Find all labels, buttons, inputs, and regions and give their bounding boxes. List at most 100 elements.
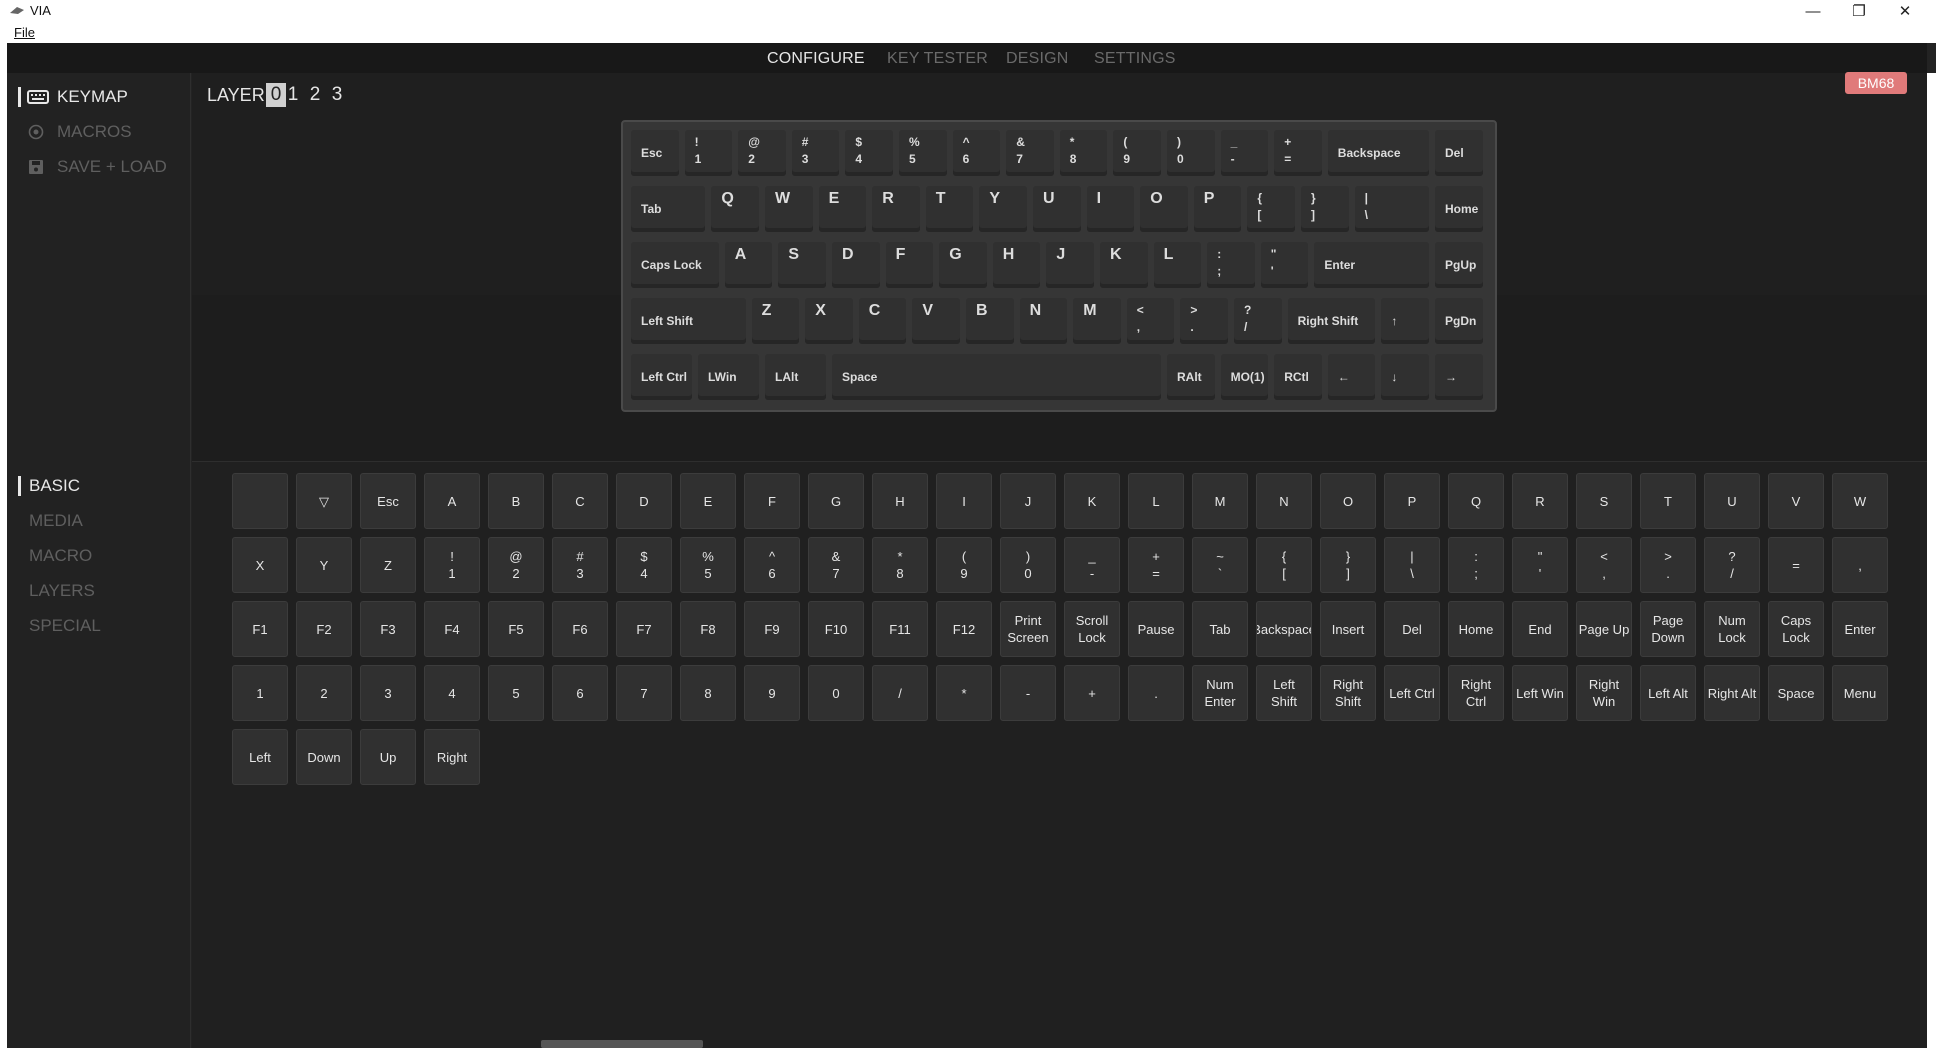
palette-key[interactable]: Right Ctrl — [1448, 665, 1504, 721]
keyboard-key[interactable]: D — [832, 242, 880, 288]
palette-key[interactable]: 6 — [552, 665, 608, 721]
palette-key[interactable]: F4 — [424, 601, 480, 657]
sidebar-item-macros[interactable]: MACROS — [27, 122, 132, 142]
palette-key[interactable]: E — [680, 473, 736, 529]
keyboard-key[interactable]: :; — [1207, 242, 1255, 288]
palette-key[interactable]: , — [1832, 537, 1888, 593]
palette-key[interactable]: F2 — [296, 601, 352, 657]
palette-key[interactable]: T — [1640, 473, 1696, 529]
palette-key[interactable]: F8 — [680, 601, 736, 657]
palette-key[interactable]: Del — [1384, 601, 1440, 657]
palette-key[interactable]: + — [1064, 665, 1120, 721]
keyboard-key[interactable]: R — [872, 186, 920, 232]
palette-key[interactable]: = — [1768, 537, 1824, 593]
palette-key[interactable]: / — [872, 665, 928, 721]
keyboard-key[interactable]: T — [925, 186, 974, 232]
palette-key[interactable]: O — [1320, 473, 1376, 529]
keyboard-key[interactable]: J — [1046, 242, 1094, 288]
palette-key[interactable]: F — [744, 473, 800, 529]
palette-key[interactable]: _ - — [1064, 537, 1120, 593]
keyboard-key[interactable]: RCtl — [1274, 354, 1322, 400]
palette-key[interactable]: B — [488, 473, 544, 529]
palette-key[interactable]: F11 — [872, 601, 928, 657]
palette-key[interactable]: Pause — [1128, 601, 1184, 657]
palette-key[interactable]: {[ — [1256, 537, 1312, 593]
palette-key[interactable]: J — [1000, 473, 1056, 529]
palette-key[interactable]: @2 — [488, 537, 544, 593]
palette-key[interactable]: 9 — [744, 665, 800, 721]
palette-key[interactable]: Left — [232, 729, 288, 785]
keyboard-key[interactable]: ↑ — [1381, 298, 1429, 344]
keyboard-key[interactable]: K — [1100, 242, 1148, 288]
keyboard-key[interactable]: ^ 6 — [952, 130, 1001, 176]
minimize-button[interactable]: — — [1790, 0, 1836, 22]
palette-key[interactable]: ^ 6 — [744, 537, 800, 593]
keyboard-key[interactable]: H — [992, 242, 1041, 288]
sidebar-item-keymap[interactable]: KEYMAP — [27, 87, 128, 107]
keyboard-key[interactable]: Tab — [631, 186, 706, 232]
keyboard-key[interactable]: Q — [711, 186, 759, 232]
palette-key[interactable]: >. — [1640, 537, 1696, 593]
palette-key[interactable]: 4 — [424, 665, 480, 721]
palette-key[interactable]: - — [1000, 665, 1056, 721]
palette-key[interactable]: R — [1512, 473, 1568, 529]
palette-key[interactable]: Up — [360, 729, 416, 785]
palette-key[interactable]: F9 — [744, 601, 800, 657]
keyboard-key[interactable]: PgDn — [1435, 298, 1483, 344]
keyboard-key[interactable]: ? / — [1234, 298, 1282, 344]
keyboard-key[interactable]: A — [724, 242, 773, 288]
palette-key[interactable]: #3 — [552, 537, 608, 593]
keyboard-key[interactable]: Z — [751, 298, 800, 344]
palette-key[interactable]: Tab — [1192, 601, 1248, 657]
palette-key[interactable]: + = — [1128, 537, 1184, 593]
palette-key[interactable]: K — [1064, 473, 1120, 529]
palette-key[interactable]: Menu — [1832, 665, 1888, 721]
keyboard-key[interactable]: U — [1033, 186, 1081, 232]
sidebar-item-save-load[interactable]: SAVE + LOAD — [27, 157, 167, 177]
palette-key[interactable]: " ' — [1512, 537, 1568, 593]
palette-key[interactable]: X — [232, 537, 288, 593]
palette-key[interactable]: % 5 — [680, 537, 736, 593]
keyboard-key[interactable]: G — [939, 242, 987, 288]
palette-key[interactable]: Right Shift — [1320, 665, 1376, 721]
palette-key[interactable]: Y — [296, 537, 352, 593]
keyboard-key[interactable]: PgUp — [1435, 242, 1483, 288]
sidebar-item-basic[interactable]: BASIC — [29, 476, 80, 496]
keyboard-key[interactable]: % 5 — [899, 130, 947, 176]
keyboard-key[interactable]: X — [805, 298, 853, 344]
keyboard-key[interactable]: LAlt — [765, 354, 826, 400]
palette-key[interactable]: Z — [360, 537, 416, 593]
palette-key[interactable]: * 8 — [872, 537, 928, 593]
keyboard-key[interactable]: }] — [1301, 186, 1349, 232]
sidebar-item-macro[interactable]: MACRO — [29, 546, 92, 566]
keyboard-key[interactable]: #3 — [791, 130, 840, 176]
keyboard-key[interactable]: Space — [832, 354, 1161, 400]
palette-key[interactable]: Enter — [1832, 601, 1888, 657]
keyboard-key[interactable]: Esc — [631, 130, 679, 176]
keyboard-key[interactable]: _ - — [1220, 130, 1269, 176]
palette-key[interactable]: S — [1576, 473, 1632, 529]
palette-key[interactable]: F5 — [488, 601, 544, 657]
palette-key[interactable]: C — [552, 473, 608, 529]
layer-2-button[interactable]: 2 — [305, 83, 325, 107]
keyboard-key[interactable]: E — [818, 186, 867, 232]
keyboard-key[interactable]: {[ — [1247, 186, 1295, 232]
palette-key[interactable]: 0 — [808, 665, 864, 721]
keyboard-key[interactable]: Right Shift — [1287, 298, 1376, 344]
palette-key[interactable]: 2 — [296, 665, 352, 721]
tab-design[interactable]: DESIGN — [1006, 50, 1069, 68]
palette-key[interactable]: P — [1384, 473, 1440, 529]
palette-key[interactable]: End — [1512, 601, 1568, 657]
palette-key[interactable]: . — [1128, 665, 1184, 721]
palette-key[interactable]: M — [1192, 473, 1248, 529]
palette-key[interactable]: 7 — [616, 665, 672, 721]
palette-key[interactable]: & 7 — [808, 537, 864, 593]
keyboard-key[interactable]: >. — [1180, 298, 1228, 344]
palette-key[interactable]: Esc — [360, 473, 416, 529]
keyboard-key[interactable]: I — [1086, 186, 1135, 232]
palette-key[interactable]: Left Ctrl — [1384, 665, 1440, 721]
palette-key[interactable]: ! 1 — [424, 537, 480, 593]
keyboard-key[interactable]: ! 1 — [684, 130, 733, 176]
palette-key[interactable]: Right — [424, 729, 480, 785]
palette-key[interactable]: F12 — [936, 601, 992, 657]
